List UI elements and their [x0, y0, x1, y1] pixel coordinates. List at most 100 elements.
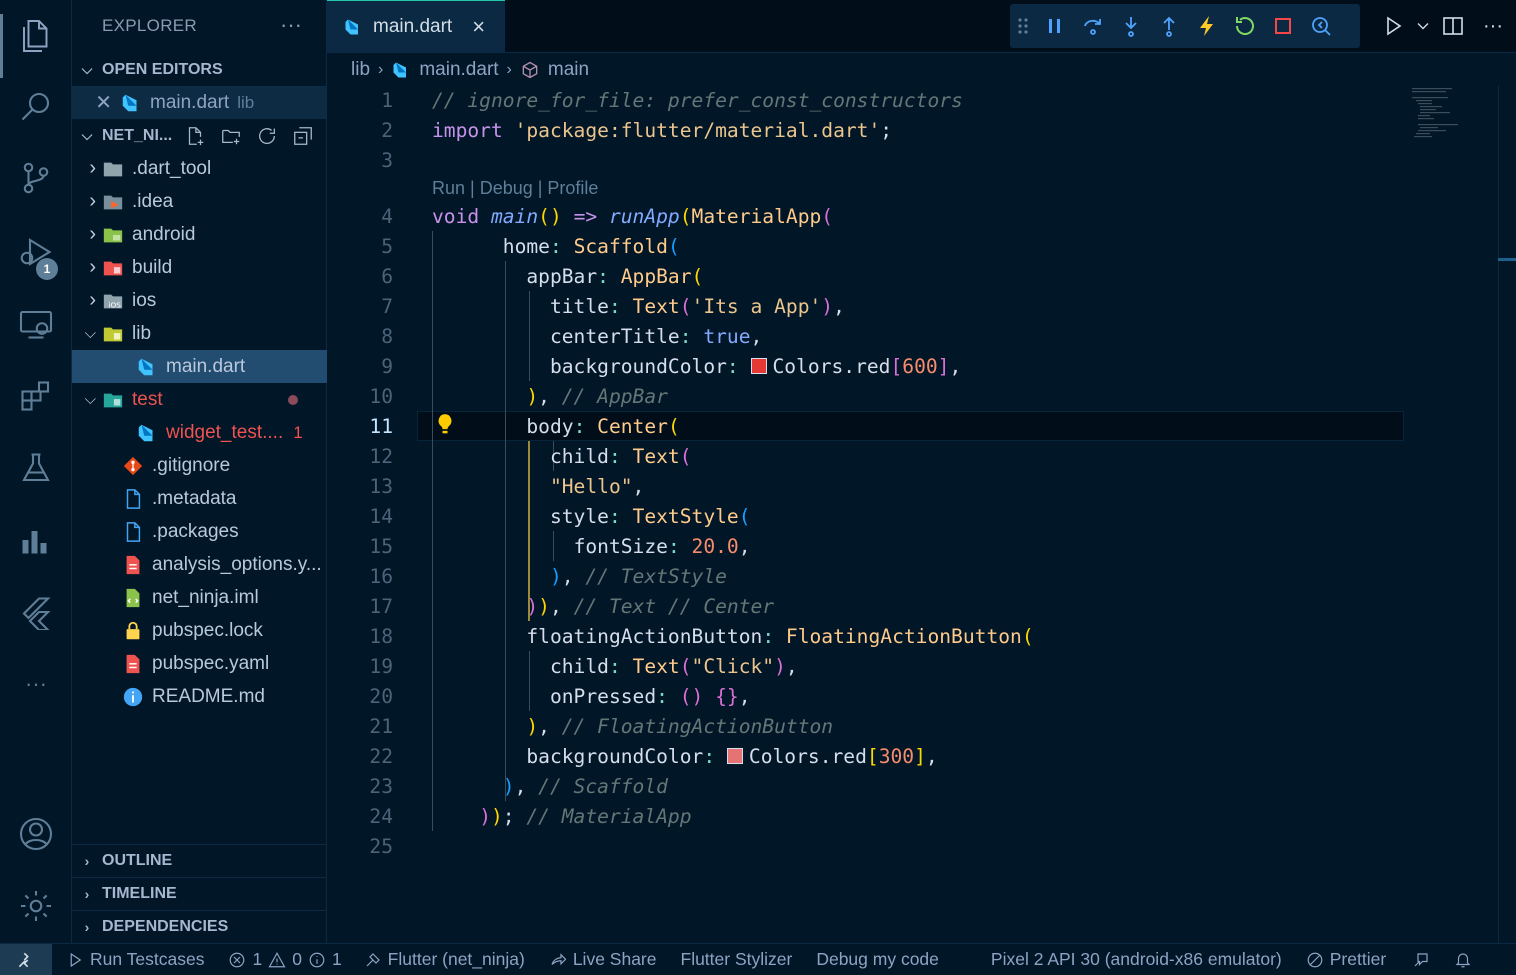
tree-item-ios[interactable]: › iOS ios	[72, 284, 327, 317]
pause-icon[interactable]	[1036, 7, 1074, 45]
code-line[interactable]: 11 body: Center(	[327, 412, 1407, 442]
notifications[interactable]	[1454, 951, 1478, 969]
code-line[interactable]: 8 centerTitle: true,	[327, 322, 1407, 352]
new-file-icon[interactable]	[184, 125, 206, 147]
flutter-project[interactable]: Flutter (net_ninja)	[364, 949, 525, 970]
tree-item-dart-tool[interactable]: › .dart_tool	[72, 152, 327, 185]
live-share[interactable]: Live Share	[549, 949, 657, 970]
run-icon[interactable]	[1373, 8, 1413, 44]
flutter-icon[interactable]	[0, 582, 72, 642]
tree-item-widget-test[interactable]: widget_test.... 1	[72, 416, 327, 449]
problems-indicator[interactable]: 1 0 1	[228, 949, 342, 970]
hot-reload-icon[interactable]	[1188, 7, 1226, 45]
code-line[interactable]: 6 appBar: AppBar(	[327, 262, 1407, 292]
code-line[interactable]: 12 child: Text(	[327, 442, 1407, 472]
close-icon[interactable]: ✕	[72, 90, 112, 115]
drag-handle-icon[interactable]	[1010, 7, 1036, 45]
new-folder-icon[interactable]	[220, 125, 242, 147]
step-into-icon[interactable]	[1112, 7, 1150, 45]
debug-my-code[interactable]: Debug my code	[816, 949, 939, 970]
step-over-icon[interactable]	[1074, 7, 1112, 45]
split-editor-icon[interactable]	[1433, 8, 1473, 44]
color-swatch[interactable]	[726, 748, 743, 764]
open-editor-item[interactable]: ✕ main.dart lib	[72, 86, 327, 119]
code-line[interactable]: 2 import 'package:flutter/material.dart';	[327, 116, 1407, 146]
code-line[interactable]: 3	[327, 146, 1407, 176]
code-line[interactable]: 14 style: TextStyle(	[327, 502, 1407, 532]
analytics-icon[interactable]	[0, 510, 72, 570]
step-out-icon[interactable]	[1150, 7, 1188, 45]
source-control-icon[interactable]	[0, 148, 72, 208]
code-line[interactable]: 17 )), // Text // Center	[327, 592, 1407, 622]
code-line[interactable]: 22 backgroundColor: Colors.red[300],	[327, 742, 1407, 772]
code-line[interactable]: 24 )); // MaterialApp	[327, 802, 1407, 832]
flutter-stylizer[interactable]: Flutter Stylizer	[681, 949, 793, 970]
restart-icon[interactable]	[1226, 7, 1264, 45]
tree-item-build[interactable]: › build	[72, 251, 327, 284]
tree-item-packages[interactable]: .packages	[72, 515, 327, 548]
account-icon[interactable]	[0, 804, 72, 864]
color-swatch[interactable]	[750, 358, 767, 374]
code-line[interactable]: 1 // ignore_for_file: prefer_const_constr…	[327, 86, 1407, 116]
refresh-icon[interactable]	[256, 125, 278, 147]
settings-gear-icon[interactable]	[0, 876, 72, 936]
code-line[interactable]: 21 ), // FloatingActionButton	[327, 712, 1407, 742]
tree-item-android[interactable]: › android	[72, 218, 327, 251]
tab-main-dart[interactable]: main.dart ×	[327, 0, 505, 53]
editor-scrollbar[interactable]	[1498, 86, 1516, 943]
codelens-run-debug-profile[interactable]: Run | Debug | Profile	[432, 178, 598, 199]
tree-item-main-dart[interactable]: main.dart	[72, 350, 327, 383]
dependencies-section[interactable]: › DEPENDENCIES	[72, 910, 327, 943]
code-line[interactable]: 10 ), // AppBar	[327, 382, 1407, 412]
run-debug-icon[interactable]: 1	[0, 222, 72, 282]
tree-item-net-ninja-iml[interactable]: net_ninja.iml	[72, 581, 327, 614]
explorer-more-button[interactable]: ···	[280, 12, 302, 38]
code-line[interactable]: 23 ), // Scaffold	[327, 772, 1407, 802]
tree-item-analysis-options-y[interactable]: analysis_options.y...	[72, 548, 327, 581]
explorer-icon[interactable]	[0, 6, 72, 78]
code-line[interactable]: 18 floatingActionButton: FloatingActionB…	[327, 622, 1407, 652]
code-line[interactable]: 4 void main() => runApp(MaterialApp(	[327, 202, 1407, 232]
tree-item-idea[interactable]: › .idea	[72, 185, 327, 218]
more-actions-icon[interactable]: ···	[1473, 8, 1513, 44]
feedback[interactable]	[1412, 951, 1436, 969]
project-section[interactable]: ⌵ NET_NI...	[72, 119, 327, 152]
search-icon[interactable]	[0, 76, 72, 136]
open-editors-section[interactable]: ⌵ OPEN EDITORS	[72, 53, 327, 86]
breadcrumb-folder[interactable]: lib	[351, 59, 370, 81]
code-line[interactable]: 19 child: Text("Click"),	[327, 652, 1407, 682]
extensions-icon[interactable]	[0, 366, 72, 426]
remote-explorer-icon[interactable]	[0, 294, 72, 354]
chevron-down-icon[interactable]	[1413, 8, 1433, 44]
code-line[interactable]: 15 fontSize: 20.0,	[327, 532, 1407, 562]
run-testcases[interactable]: Run Testcases	[66, 949, 204, 970]
timeline-section[interactable]: › TIMELINE	[72, 877, 327, 910]
tree-item-pubspec-yaml[interactable]: pubspec.yaml	[72, 647, 327, 680]
outline-section[interactable]: › OUTLINE	[72, 844, 327, 877]
code-line[interactable]: 25	[327, 832, 1407, 862]
code-editor[interactable]: Run | Debug | Profile 1 // ignore_for_fil…	[327, 86, 1516, 943]
minimap[interactable]	[1404, 86, 1504, 146]
tree-item-pubspec-lock[interactable]: pubspec.lock	[72, 614, 327, 647]
testing-icon[interactable]	[0, 438, 72, 498]
tree-item-test[interactable]: ⌵ test	[72, 383, 327, 416]
breadcrumb-symbol[interactable]: main	[548, 59, 589, 81]
tab-close-icon[interactable]: ×	[472, 14, 485, 40]
more-views-icon[interactable]: ···	[0, 654, 72, 714]
tree-item-metadata[interactable]: .metadata	[72, 482, 327, 515]
tree-item-readme-md[interactable]: README.md	[72, 680, 327, 713]
code-line[interactable]: 20 onPressed: () {},	[327, 682, 1407, 712]
breadcrumb-file[interactable]: main.dart	[419, 59, 498, 81]
tree-item-gitignore[interactable]: .gitignore	[72, 449, 327, 482]
code-line[interactable]: 13 "Hello",	[327, 472, 1407, 502]
stop-icon[interactable]	[1264, 7, 1302, 45]
code-line[interactable]: 5 home: Scaffold(	[327, 232, 1407, 262]
code-line[interactable]: 9 backgroundColor: Colors.red[600],	[327, 352, 1407, 382]
prettier[interactable]: Prettier	[1306, 949, 1386, 970]
tree-item-lib[interactable]: ⌵ lib	[72, 317, 327, 350]
code-line[interactable]: 7 title: Text('Its a App'),	[327, 292, 1407, 322]
remote-indicator[interactable]	[0, 943, 52, 975]
device-selector[interactable]: Pixel 2 API 30 (android-x86 emulator)	[991, 949, 1282, 970]
collapse-all-icon[interactable]	[292, 125, 314, 147]
code-line[interactable]: 16 ), // TextStyle	[327, 562, 1407, 592]
